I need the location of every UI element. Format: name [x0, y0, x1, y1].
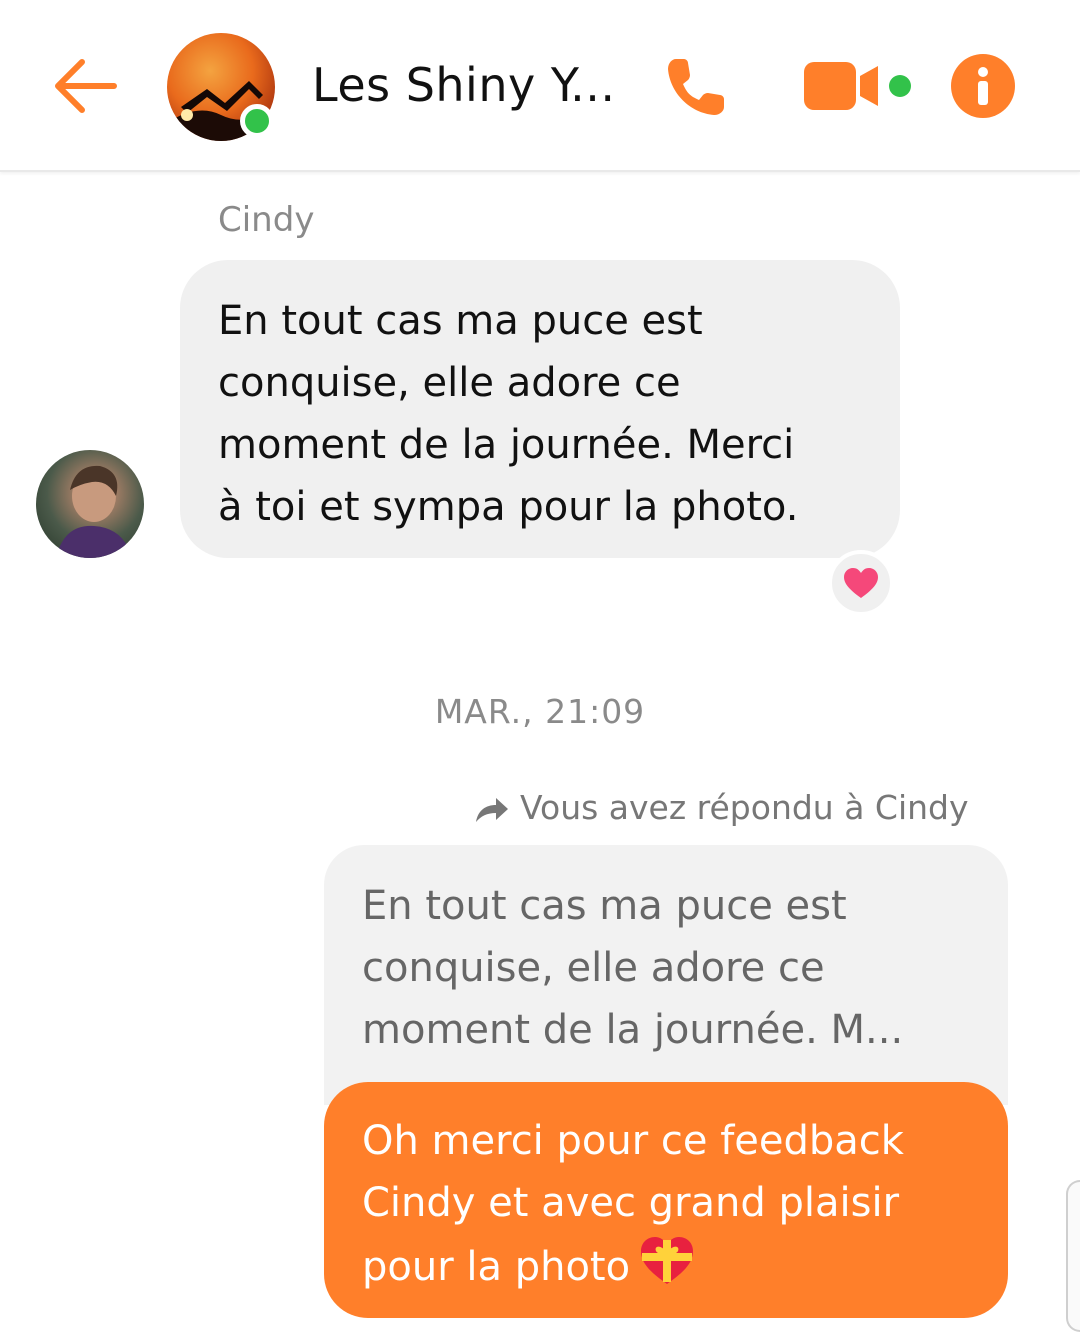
- chat-title[interactable]: Les Shiny Y...: [312, 58, 615, 112]
- incoming-message-bubble[interactable]: En tout cas ma puce est conquise, elle a…: [180, 260, 900, 558]
- heart-icon: [844, 568, 878, 598]
- outgoing-message-text: Oh merci pour ce feedback Cindy et avec …: [362, 1110, 972, 1304]
- contact-photo: [56, 465, 132, 558]
- info-icon: [951, 54, 1015, 118]
- online-status-dot: [240, 104, 274, 138]
- back-button[interactable]: [48, 52, 120, 120]
- outgoing-message-body: Oh merci pour ce feedback Cindy et avec …: [362, 1118, 904, 1290]
- reply-indicator-text: Vous avez répondu à Cindy: [520, 788, 969, 827]
- contact-avatar[interactable]: [36, 450, 144, 558]
- back-arrow-icon: [55, 59, 117, 113]
- scrollbar-thumb[interactable]: [1066, 1180, 1080, 1332]
- phone-icon: [668, 59, 724, 115]
- audio-call-button[interactable]: [662, 53, 730, 121]
- chat-header: Les Shiny Y...: [0, 0, 1080, 172]
- quoted-message-text: En tout cas ma puce est conquise, elle a…: [362, 883, 904, 1053]
- quoted-message-bubble[interactable]: En tout cas ma puce est conquise, elle a…: [324, 845, 1008, 1105]
- gift-heart-emoji: [638, 1234, 696, 1304]
- message-timestamp: MAR., 21:09: [434, 692, 646, 731]
- video-camera-icon: [804, 62, 911, 110]
- reply-arrow-icon: [476, 797, 508, 822]
- outgoing-message-bubble[interactable]: Oh merci pour ce feedback Cindy et avec …: [324, 1082, 1008, 1318]
- conversation-info-button[interactable]: [951, 54, 1015, 118]
- reply-indicator: Vous avez répondu à Cindy: [474, 788, 969, 827]
- message-reaction[interactable]: [828, 550, 894, 616]
- incoming-message-text: En tout cas ma puce est conquise, elle a…: [218, 298, 799, 530]
- video-call-button[interactable]: [802, 58, 914, 114]
- sender-name: Cindy: [218, 200, 315, 240]
